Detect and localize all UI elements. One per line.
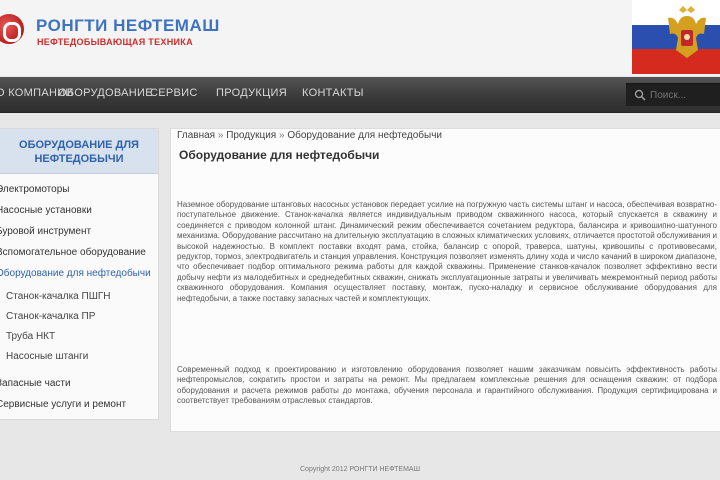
breadcrumb-current: Оборудование для нефтедобычи <box>287 130 443 141</box>
content-paragraph-2: Современный подход к проектированию и из… <box>177 365 717 406</box>
sidebar-subitem-tubing[interactable]: Труба НКТ <box>6 331 55 342</box>
sidebar-title: ОБОРУДОВАНИЕ ДЛЯ НЕФТЕДОБЫЧИ <box>0 129 158 174</box>
main-content: Главная » Продукция » Оборудование для н… <box>170 128 720 432</box>
sidebar-title-line2: НЕФТЕДОБЫЧИ <box>34 153 124 165</box>
sidebar-item-electric-motors[interactable]: Электромоторы <box>0 184 69 195</box>
sidebar-subitem-pumpjack-pr[interactable]: Станок-качалка ПР <box>6 311 95 322</box>
site-header: РОНГТИ НЕФТЕМАШ НЕФТЕДОБЫВАЮЩАЯ ТЕХНИКА <box>0 0 720 76</box>
sidebar-item-service-repair[interactable]: Сервисные услуги и ремонт <box>0 399 126 410</box>
brand-subtitle: НЕФТЕДОБЫВАЮЩАЯ ТЕХНИКА <box>37 37 193 47</box>
brand-name[interactable]: РОНГТИ НЕФТЕМАШ <box>36 16 220 36</box>
sidebar-item-oil-production-equipment[interactable]: Оборудование для нефтедобычи <box>0 268 151 279</box>
content-paragraph-1: Наземное оборудование штанговых насосных… <box>177 200 717 303</box>
search-box <box>626 83 720 106</box>
breadcrumb-home[interactable]: Главная <box>177 130 215 141</box>
sidebar-item-drilling-tools[interactable]: Буровой инструмент <box>0 226 91 237</box>
breadcrumb: Главная » Продукция » Оборудование для н… <box>177 130 442 141</box>
footer-copyright: Copyright 2012 РОНГТИ НЕФТЕМАШ <box>300 466 420 473</box>
sidebar-subitem-pumpjack-pshgn[interactable]: Станок-качалка ПШГН <box>6 291 111 302</box>
nav-item-service[interactable]: СЕРВИС <box>150 87 198 99</box>
nav-item-equipment[interactable]: ОБОРУДОВАНИЕ <box>58 87 153 99</box>
breadcrumb-separator: » <box>217 130 227 141</box>
page-title: Оборудование для нефтедобычи <box>179 148 380 162</box>
sidebar: ОБОРУДОВАНИЕ ДЛЯ НЕФТЕДОБЫЧИ Электромото… <box>0 128 159 420</box>
main-nav-bar: О КОМПАНИИ ОБОРУДОВАНИЕ СЕРВИС ПРОДУКЦИЯ… <box>0 77 720 113</box>
sidebar-item-pump-units[interactable]: Насосные установки <box>0 205 92 216</box>
nav-item-contacts[interactable]: КОНТАКТЫ <box>302 87 364 99</box>
nav-item-products[interactable]: ПРОДУКЦИЯ <box>216 87 287 99</box>
sidebar-title-line1: ОБОРУДОВАНИЕ ДЛЯ <box>19 139 139 151</box>
company-logo-icon[interactable] <box>0 14 24 44</box>
sidebar-item-auxiliary-equipment[interactable]: Вспомогательное оборудование <box>0 247 146 258</box>
sidebar-subitem-sucker-rods[interactable]: Насосные штанги <box>6 351 88 362</box>
breadcrumb-products[interactable]: Продукция <box>226 130 276 141</box>
search-icon[interactable] <box>634 89 646 101</box>
search-input[interactable] <box>650 87 716 103</box>
sidebar-item-spare-parts[interactable]: Запасные части <box>0 378 71 389</box>
double-headed-eagle-emblem-icon <box>668 6 706 58</box>
